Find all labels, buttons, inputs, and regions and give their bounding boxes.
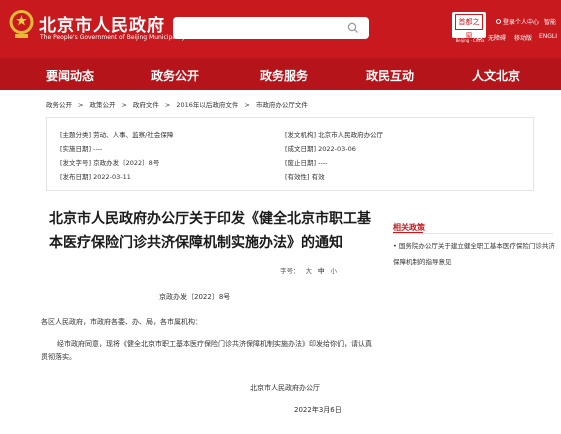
logo-text: 首都之窗 xyxy=(455,14,483,40)
breadcrumb-separator: > xyxy=(121,101,127,109)
breadcrumb-separator: > xyxy=(164,101,171,109)
nav-item-culture[interactable]: 人文北京 xyxy=(472,67,520,84)
font-size-label: 字号： xyxy=(280,267,300,275)
national-emblem-icon[interactable] xyxy=(8,9,35,39)
english-link[interactable]: ENGLI xyxy=(539,33,557,40)
site-subtitle: The People's Government of Beijing Munic… xyxy=(40,34,186,41)
salutation: 各区人民政府，市政府各委、办、局，各市属机构： xyxy=(41,318,202,326)
font-size-large[interactable]: 大 xyxy=(306,267,313,275)
accessible-link[interactable]: 无障碍 xyxy=(488,33,506,42)
meta-validity: [有效性] 有效 xyxy=(285,173,325,181)
site-header: 北京市人民政府 The People's Government of Beiji… xyxy=(0,0,561,58)
meta-effective-date: [实施日期] ---- xyxy=(60,145,103,153)
search-input[interactable] xyxy=(173,17,369,39)
meta-doc-number: [发文字号] 京政办发〔2022〕8号 xyxy=(60,159,160,167)
breadcrumb-separator: > xyxy=(78,101,84,109)
font-size-medium[interactable]: 中 xyxy=(318,267,325,275)
nav-item-services[interactable]: 政务服务 xyxy=(260,67,308,84)
main-nav: 要闻动态 政务公开 政务服务 政民互动 人文北京 xyxy=(0,58,561,90)
breadcrumb-separator: > xyxy=(244,101,250,109)
article-title: 北京市人民政府办公厅关于印发《健全北京市职工基本医疗保险门诊共济保障机制实施办法… xyxy=(49,211,371,251)
heading-underline xyxy=(393,232,423,233)
personal-center-link[interactable]: 登录个人中心 xyxy=(503,17,539,26)
meta-issuer: [发文机构] 北京市人民政府办公厅 xyxy=(285,131,384,139)
accessible-icon xyxy=(477,35,482,40)
signing-date: 2022年3月6日 xyxy=(294,406,342,414)
related-policy-link[interactable]: • 国务院办公厅关于建立健全职工基本医疗保险门诊共济保障机制的指导意见 xyxy=(393,238,555,270)
breadcrumb-item[interactable]: 政策公开 xyxy=(89,99,115,109)
breadcrumb-item[interactable]: 政务公开 xyxy=(46,99,72,109)
font-size-small[interactable]: 小 xyxy=(331,267,338,275)
mobile-link[interactable]: 移动版 xyxy=(514,33,532,42)
divider xyxy=(393,233,553,234)
breadcrumb-item[interactable]: 2016年以后政府文件 xyxy=(176,99,238,109)
breadcrumb-item[interactable]: 政府文件 xyxy=(133,99,159,109)
capital-window-logo[interactable]: 首都之窗 xyxy=(452,12,486,40)
signer: 北京市人民政府办公厅 xyxy=(250,384,320,392)
breadcrumb: 政务公开 > 政策公开 > 政府文件 >2016年以后政府文件 > 市政府办公厅文件 xyxy=(46,99,308,109)
logo-caption: Beijing · China xyxy=(455,38,485,43)
meta-topic: [主题分类] 劳动、人事、监察/社会保障 xyxy=(60,131,174,139)
breadcrumb-item[interactable]: 市政府办公厅文件 xyxy=(256,99,308,109)
nav-item-gov-affairs[interactable]: 政务公开 xyxy=(151,67,199,84)
search-icon[interactable] xyxy=(347,22,359,34)
nav-item-news[interactable]: 要闻动态 xyxy=(46,67,94,84)
font-size-switcher: 字号： 大中小 xyxy=(280,265,337,275)
meta-publish-date: [发布日期] 2022-03-11 xyxy=(60,173,131,181)
nav-item-interaction[interactable]: 政民互动 xyxy=(366,67,414,84)
meta-repeal-date: [废止日期] ---- xyxy=(285,159,328,167)
article-body: 经市政府同意，现将《健全北京市职工基本医疗保险门诊共济保障机制实施办法》印发给你… xyxy=(41,340,372,361)
smart-link[interactable]: 智能 xyxy=(544,17,556,26)
site-title[interactable]: 北京市人民政府 xyxy=(39,11,165,36)
user-icon xyxy=(496,19,501,24)
meta-formed-date: [成文日期] 2022-03-06 xyxy=(285,145,356,153)
document-number: 京政办发〔2022〕8号 xyxy=(159,293,231,301)
